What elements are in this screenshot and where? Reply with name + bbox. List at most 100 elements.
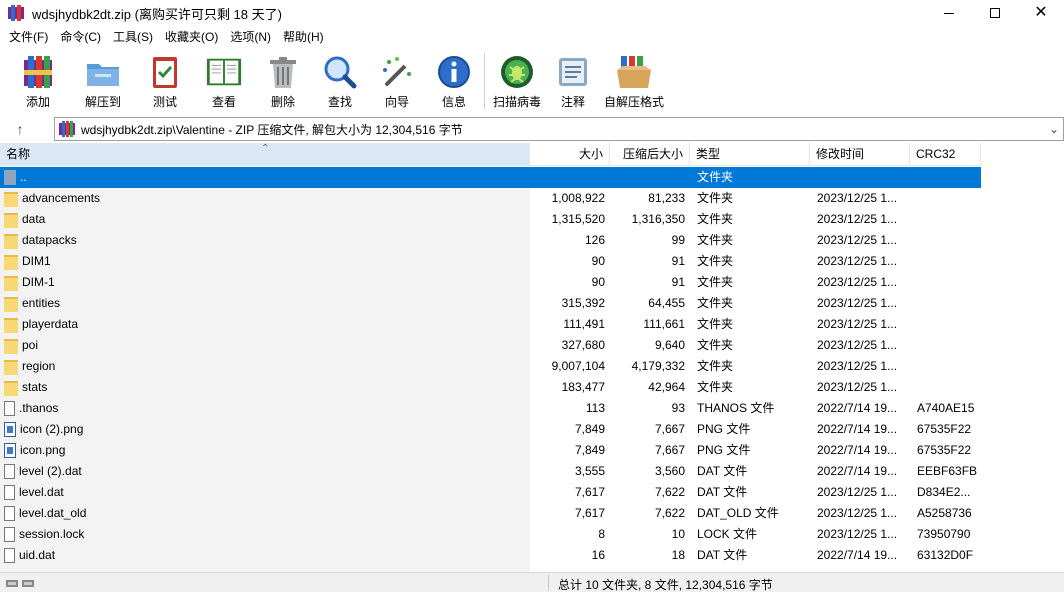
image-file-icon: [4, 422, 16, 437]
menu-file[interactable]: 文件(F): [3, 26, 54, 48]
cell-packed: 18: [671, 548, 685, 562]
sort-ascending-icon: ⌃: [261, 143, 270, 154]
sfx-button[interactable]: 自解压格式: [601, 48, 667, 110]
cell-packed: 7,667: [654, 422, 685, 436]
table-row[interactable]: poi 327,680 9,640 文件夹 2023/12/25 1...: [0, 335, 981, 356]
table-row[interactable]: region 9,007,104 4,179,332 文件夹 2023/12/25 1.…: [0, 356, 981, 377]
minimize-button[interactable]: [926, 0, 972, 26]
cell-modified: 2023/12/25 1...: [817, 506, 898, 520]
cell-crc: [910, 209, 981, 230]
find-button[interactable]: 查找: [312, 48, 368, 110]
table-row[interactable]: DIM1 90 91 文件夹 2023/12/25 1...: [0, 251, 981, 272]
info-button[interactable]: 信息: [428, 48, 480, 110]
column-header-packed[interactable]: 压缩后大小: [610, 143, 690, 166]
file-name: entities: [22, 296, 61, 310]
cell-crc: D834E2...: [917, 485, 971, 499]
cell-size: 1,008,922: [551, 191, 605, 205]
cell-modified: 2023/12/25 1...: [817, 527, 898, 541]
cell-name: icon.png: [0, 440, 530, 461]
cell-name: data: [0, 209, 530, 230]
cell-crc: [910, 293, 981, 314]
scan-virus-button[interactable]: 扫描病毒: [489, 48, 545, 110]
folder-icon: [4, 296, 18, 312]
cell-name: region: [0, 356, 530, 377]
cell-packed: 7,622: [654, 485, 685, 499]
close-icon: ✕: [1034, 4, 1048, 21]
cell-size: 3,555: [574, 464, 605, 478]
table-row[interactable]: icon.png 7,849 7,667 PNG 文件 2022/7/14 19... 6…: [0, 440, 981, 461]
cell-crc: [910, 272, 981, 293]
cell-name: level.dat_old: [0, 503, 530, 524]
add-button[interactable]: 添加: [16, 48, 60, 110]
table-row[interactable]: stats 183,477 42,964 文件夹 2023/12/25 1...: [0, 377, 981, 398]
folder-icon: [4, 380, 18, 396]
menu-tools[interactable]: 工具(S): [107, 26, 159, 48]
table-row[interactable]: uid.dat 16 18 DAT 文件 2022/7/14 19... 63132D0F: [0, 545, 981, 566]
status-summary: 总计 10 文件夹, 8 文件, 12,304,516 字节: [558, 578, 773, 592]
file-name: level.dat: [19, 485, 64, 499]
close-button[interactable]: ✕: [1018, 0, 1064, 26]
view-button[interactable]: 查看: [194, 48, 254, 110]
cell-packed: 99: [671, 233, 685, 247]
comment-button[interactable]: 注释: [545, 48, 601, 110]
table-row[interactable]: level.dat 7,617 7,622 DAT 文件 2023/12/25 1...…: [0, 482, 981, 503]
file-icon: [4, 485, 15, 500]
cell-size: 183,477: [561, 380, 605, 394]
cell-size: 126: [584, 233, 605, 247]
cell-size: 113: [585, 401, 605, 415]
cell-name: session.lock: [0, 524, 530, 545]
table-row[interactable]: session.lock 8 10 LOCK 文件 2023/12/25 1... 739…: [0, 524, 981, 545]
cell-name: uid.dat: [0, 545, 530, 566]
maximize-button[interactable]: [972, 0, 1018, 26]
menu-favorites[interactable]: 收藏夹(O): [159, 26, 224, 48]
path-field[interactable]: wdsjhydbk2dt.zip\Valentine - ZIP 压缩文件, 解…: [54, 117, 1064, 141]
cell-name: entities: [0, 293, 530, 314]
table-row[interactable]: level (2).dat 3,555 3,560 DAT 文件 2022/7/14 1…: [0, 461, 981, 482]
test-clipboard-icon: [146, 53, 184, 91]
wizard-button[interactable]: 向导: [370, 48, 424, 110]
file-name: .thanos: [19, 401, 59, 415]
cell-type: 文件夹: [697, 380, 734, 394]
table-row[interactable]: DIM-1 90 91 文件夹 2023/12/25 1...: [0, 272, 981, 293]
trash-icon: [264, 53, 302, 91]
cell-type: 文件夹: [697, 338, 734, 352]
cell-name: datapacks: [0, 230, 530, 251]
up-level-icon[interactable]: ↑: [0, 121, 40, 137]
winrar-app-icon[interactable]: [8, 5, 24, 21]
menu-commands[interactable]: 命令(C): [54, 26, 107, 48]
file-icon: [4, 464, 15, 479]
table-row[interactable]: advancements 1,008,922 81,233 文件夹 2023/12/25…: [0, 188, 981, 209]
table-row[interactable]: icon (2).png 7,849 7,667 PNG 文件 2022/7/14 19…: [0, 419, 981, 440]
column-header-modified[interactable]: 修改时间: [810, 143, 910, 166]
table-row[interactable]: playerdata 111,491 111,661 文件夹 2023/12/25 1.…: [0, 314, 981, 335]
column-header-type[interactable]: 类型: [690, 143, 810, 166]
menu-options[interactable]: 选项(N): [224, 26, 277, 48]
column-header-name[interactable]: 名称 ⌃: [0, 143, 530, 166]
test-button[interactable]: 测试: [140, 48, 190, 110]
cell-modified: 2022/7/14 19...: [817, 422, 898, 436]
folder-icon: [4, 254, 18, 270]
cell-modified: 2022/7/14 19...: [817, 548, 898, 562]
table-row[interactable]: .thanos 113 93 THANOS 文件 2022/7/14 19... A740…: [0, 398, 981, 419]
file-name: uid.dat: [19, 548, 56, 562]
cell-size: 327,680: [561, 338, 605, 352]
table-row[interactable]: datapacks 126 99 文件夹 2023/12/25 1...: [0, 230, 981, 251]
table-row[interactable]: data 1,315,520 1,316,350 文件夹 2023/12/25 1...: [0, 209, 981, 230]
cell-size: 8: [598, 527, 605, 541]
cell-size: 111,491: [563, 317, 605, 331]
table-row[interactable]: level.dat_old 7,617 7,622 DAT_OLD 文件 2023/12…: [0, 503, 981, 524]
cell-crc: A5258736: [917, 506, 972, 520]
delete-button[interactable]: 删除: [258, 48, 308, 110]
column-header-crc[interactable]: CRC32: [910, 143, 981, 166]
chevron-down-icon[interactable]: ⌄: [1049, 122, 1059, 136]
table-row[interactable]: entities 315,392 64,455 文件夹 2023/12/25 1...: [0, 293, 981, 314]
menu-help[interactable]: 帮助(H): [277, 26, 330, 48]
image-file-icon: [4, 443, 16, 458]
cell-crc: [910, 335, 981, 356]
cell-type: PNG 文件: [697, 422, 751, 436]
cell-size: 7,849: [574, 443, 605, 457]
column-header-size[interactable]: 大小: [530, 143, 610, 166]
cell-modified: 2023/12/25 1...: [817, 359, 898, 373]
table-row[interactable]: .. 文件夹: [0, 167, 981, 188]
extract-to-button[interactable]: 解压到: [70, 48, 136, 110]
